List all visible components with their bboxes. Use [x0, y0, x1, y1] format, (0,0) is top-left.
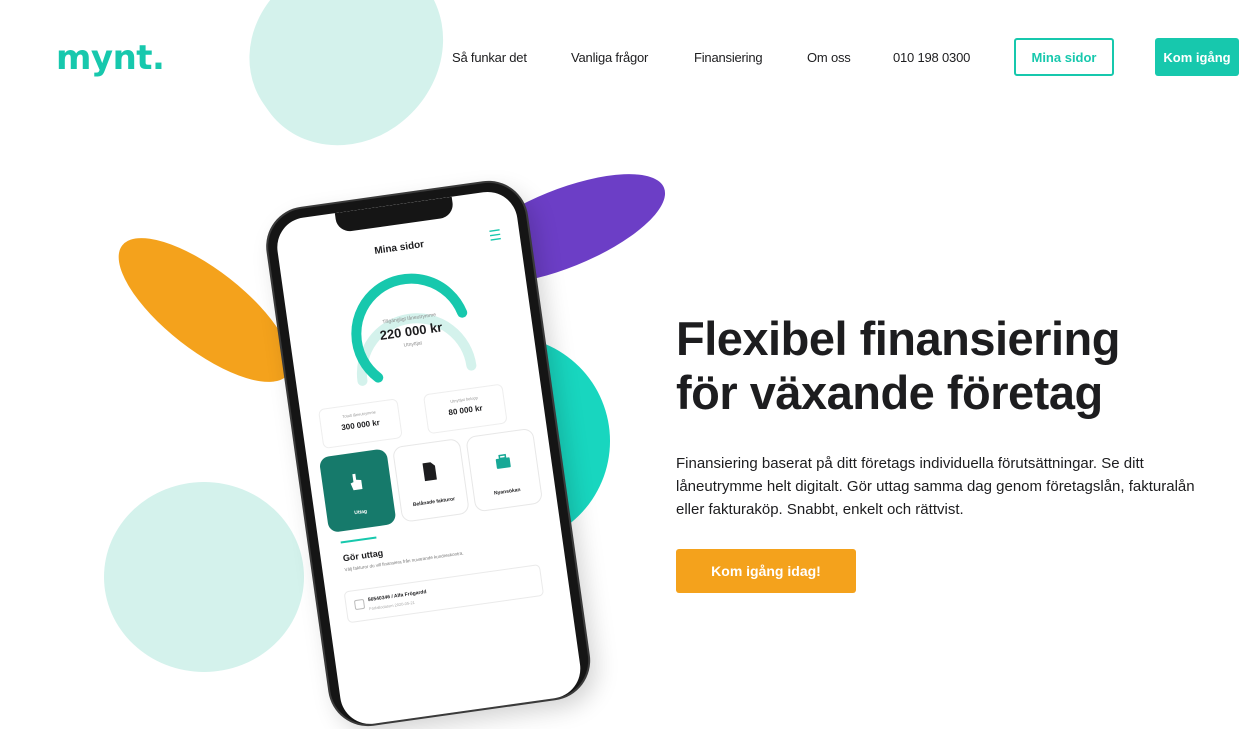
- kom-igang-button[interactable]: Kom igång: [1155, 38, 1239, 76]
- nav-vanliga-fragor[interactable]: Vanliga frågor: [571, 50, 648, 65]
- kom-igang-idag-button[interactable]: Kom igång idag!: [676, 549, 856, 593]
- menu-icon: ☰: [487, 226, 503, 244]
- tile-uttag-label: Uttag: [353, 508, 368, 517]
- mint-blob-top: [214, 0, 482, 182]
- document-icon: [422, 462, 437, 482]
- mina-sidor-button[interactable]: Mina sidor: [1014, 38, 1114, 76]
- mynt-logo[interactable]: mynt.: [56, 38, 165, 78]
- tile-nyansokan-label: Nyansökan: [493, 487, 521, 497]
- briefcase-icon: [495, 453, 511, 469]
- phone-notch: [334, 196, 455, 233]
- hero-title: Flexibel finansiering för växande företa…: [676, 312, 1236, 420]
- tile-belanade-fakturor[interactable]: Belånade fakturor: [391, 437, 470, 523]
- tile-nyansokan[interactable]: Nyansökan: [465, 427, 544, 513]
- hero-title-line2: för växande företag: [676, 366, 1103, 419]
- nav-om-oss[interactable]: Om oss: [807, 50, 851, 65]
- invoice-row[interactable]: 56540346 / Alfa Frögardd Förfallodatum 2…: [343, 564, 545, 624]
- used-amount-card: Utnyttjat belopp 80 000 kr: [422, 383, 508, 435]
- invoice-checkbox[interactable]: [353, 598, 366, 611]
- nav-sa-funkar-det[interactable]: Så funkar det: [452, 50, 527, 65]
- nav-finansiering[interactable]: Finansiering: [694, 50, 763, 65]
- mint-blob-bottom: [104, 482, 304, 672]
- hero-description: Finansiering baserat på ditt företags in…: [676, 455, 1195, 518]
- tile-belanade-label: Belånade fakturor: [412, 496, 456, 509]
- gor-uttag-title: Gör uttag: [342, 547, 384, 564]
- hero-title-line1: Flexibel finansiering: [676, 312, 1120, 365]
- tab-underline: [340, 536, 377, 544]
- hand-icon: [350, 473, 363, 491]
- tile-uttag[interactable]: Uttag: [318, 448, 397, 534]
- total-loan-card: Totalt låneutrymme 300 000 kr: [317, 398, 403, 449]
- nav-phone-number[interactable]: 010 198 0300: [893, 50, 970, 65]
